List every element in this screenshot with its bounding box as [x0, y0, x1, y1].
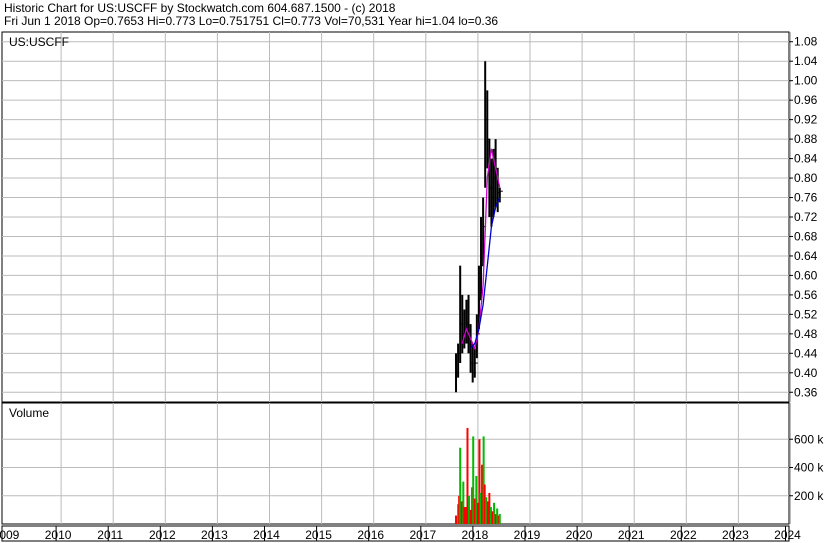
y-tick-label: 0.72: [794, 210, 818, 224]
y-tick-label: 0.88: [794, 132, 818, 146]
grid-lines: [2, 32, 791, 524]
y-tick-label: 0.52: [794, 307, 818, 321]
y-tick-label: 0.56: [794, 288, 818, 302]
x-tick-label: 2010: [45, 528, 72, 542]
x-tick-label: 2024: [774, 528, 801, 542]
x-tick-label: 2019: [514, 528, 541, 542]
y-tick-label: 0.44: [794, 346, 818, 360]
y-tick-label: 1.00: [794, 74, 818, 88]
x-tick-label: 2022: [670, 528, 697, 542]
y-tick-label: 0.80: [794, 171, 818, 185]
y-tick-label: 0.60: [794, 268, 818, 282]
y-tick-label: 0.36: [794, 385, 818, 399]
volume-tick-label: 600 k: [794, 432, 824, 446]
x-tick-label: 2020: [566, 528, 593, 542]
x-tick-label: 2023: [722, 528, 749, 542]
volume-axis-ticks: 200 k 400 k 600 k: [789, 432, 824, 503]
y-tick-label: 1.04: [794, 54, 818, 68]
x-tick-label: 2009: [0, 528, 20, 542]
y-tick-label: 0.84: [794, 152, 818, 166]
volume-tick-label: 400 k: [794, 461, 824, 475]
volume-panel-label: Volume: [9, 406, 49, 420]
y-tick-label: 0.92: [794, 113, 818, 127]
x-tick-label: 2021: [618, 528, 645, 542]
volume-tick-label: 200 k: [794, 489, 824, 503]
x-axis-ticks: 2009 2010 2011 2012 2013 2014 2015 2016 2017 2018…: [0, 526, 801, 542]
y-tick-label: 0.96: [794, 93, 818, 107]
price-panel-label: US:USCFF: [9, 35, 69, 49]
x-tick-label: 2012: [149, 528, 176, 542]
x-tick-label: 2015: [305, 528, 332, 542]
chart-header-line2: Fri Jun 1 2018 Op=0.7653 Hi=0.773 Lo=0.7…: [4, 14, 498, 28]
x-tick-label: 2013: [201, 528, 228, 542]
x-tick-label: 2018: [462, 528, 489, 542]
y-tick-label: 0.40: [794, 366, 818, 380]
x-tick-label: 2017: [409, 528, 436, 542]
stock-chart: Historic Chart for US:USCFF by Stockwatc…: [0, 1, 824, 542]
y-axis-ticks: 0.36 0.40 0.44 0.48 0.52 0.56 0.60 0.64 0.68 0.72…: [789, 35, 818, 399]
volume-bar: [498, 514, 501, 524]
y-tick-label: 0.76: [794, 191, 818, 205]
chart-header-line1: Historic Chart for US:USCFF by Stockwatc…: [4, 1, 396, 15]
x-tick-label: 2014: [253, 528, 280, 542]
volume-bar: [455, 515, 458, 524]
y-tick-label: 1.08: [794, 35, 818, 49]
x-tick-label: 2011: [97, 528, 123, 542]
y-tick-label: 0.64: [794, 249, 818, 263]
y-tick-label: 0.68: [794, 229, 818, 243]
x-tick-label: 2016: [357, 528, 384, 542]
y-tick-label: 0.48: [794, 327, 818, 341]
volume-panel-frame: [1, 402, 790, 525]
